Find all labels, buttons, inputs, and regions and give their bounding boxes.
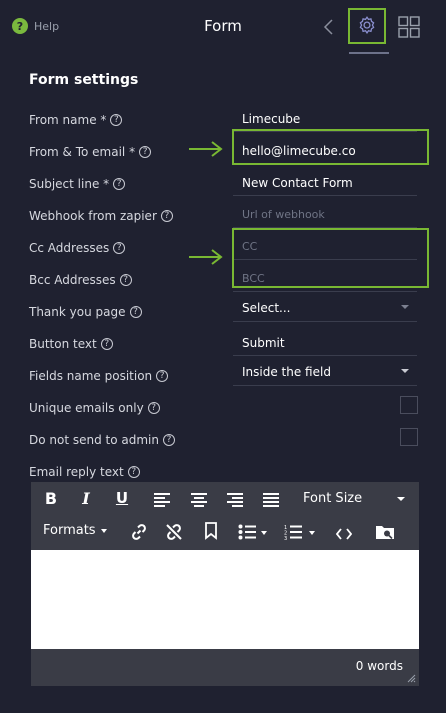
settings-button[interactable]: [348, 8, 386, 44]
top-bar: ? Help Form: [0, 0, 446, 56]
reply-text-label: Email reply text: [29, 465, 124, 479]
media-icon[interactable]: [375, 522, 395, 542]
editor-toolbar-row-1: B I U Font Size: [31, 482, 419, 514]
button-text-label: Button text: [29, 337, 97, 351]
info-icon[interactable]: ?: [147, 402, 160, 414]
cc-label: Cc Addresses: [29, 241, 110, 255]
fields-position-label: Fields name position: [29, 369, 153, 383]
unlink-icon[interactable]: [165, 522, 183, 542]
fields-position-select[interactable]: Inside the field: [233, 358, 417, 386]
from-name-label: From name *: [29, 113, 107, 127]
info-icon[interactable]: ?: [139, 146, 152, 158]
button-text-field[interactable]: Submit: [233, 330, 417, 356]
bullet-list-icon[interactable]: [238, 522, 268, 542]
row-unique-emails: Unique emails only?: [29, 396, 421, 426]
resize-handle-icon[interactable]: [407, 674, 416, 683]
underline-icon[interactable]: U: [114, 488, 130, 508]
info-icon[interactable]: ?: [113, 242, 126, 254]
svg-text:3: 3: [284, 536, 287, 542]
unique-emails-checkbox[interactable]: [400, 396, 418, 414]
formats-dropdown[interactable]: Formats: [43, 523, 107, 538]
thank-you-label: Thank you page: [29, 305, 126, 319]
link-icon[interactable]: [130, 522, 148, 542]
highlight-cc-bcc: [232, 228, 429, 288]
thank-you-value: Select...: [242, 300, 291, 315]
bcc-label: Bcc Addresses: [29, 273, 116, 287]
chevron-down-icon: [100, 528, 107, 533]
align-left-icon[interactable]: [153, 490, 171, 510]
bookmark-icon[interactable]: [204, 521, 218, 541]
chevron-down-icon: [397, 497, 405, 501]
info-icon[interactable]: ?: [160, 210, 173, 222]
info-icon[interactable]: ?: [163, 434, 175, 446]
no-admin-label: Do not send to admin: [29, 433, 159, 447]
unique-emails-label: Unique emails only: [29, 401, 144, 415]
row-no-admin: Do not send to admin?: [29, 428, 421, 458]
italic-icon[interactable]: I: [78, 488, 94, 508]
align-center-icon[interactable]: [190, 490, 208, 510]
editor-content-area[interactable]: [31, 550, 419, 649]
bold-icon[interactable]: B: [43, 488, 59, 508]
fields-position-value: Inside the field: [242, 364, 331, 379]
align-right-icon[interactable]: [226, 490, 244, 510]
info-icon[interactable]: ?: [129, 306, 142, 318]
code-icon[interactable]: [336, 524, 352, 544]
numbered-list-icon[interactable]: 123: [284, 522, 316, 542]
no-admin-checkbox[interactable]: [400, 428, 418, 446]
arrow-right-icon: [189, 249, 223, 265]
subject-label: Subject line *: [29, 177, 110, 191]
thank-you-select[interactable]: Select...: [233, 294, 417, 322]
info-icon[interactable]: ?: [100, 338, 113, 350]
section-title: Form settings: [29, 72, 139, 88]
info-icon[interactable]: ?: [127, 466, 140, 478]
info-icon[interactable]: ?: [156, 370, 169, 382]
row-subject: Subject line *? New Contact Form: [29, 174, 421, 202]
grid-icon[interactable]: [398, 16, 420, 38]
formats-label: Formats: [43, 523, 96, 538]
subject-field[interactable]: New Contact Form: [233, 170, 417, 196]
email-label: From & To email *: [29, 145, 136, 159]
word-count: 0 words: [355, 659, 403, 673]
highlight-email: [232, 129, 429, 165]
active-tab-indicator: [349, 52, 389, 54]
gear-icon: [359, 16, 375, 34]
editor-toolbar-row-2: Formats 123: [31, 514, 419, 546]
arrow-right-icon: [189, 141, 223, 157]
chevron-left-icon[interactable]: [320, 17, 336, 37]
justify-icon[interactable]: [262, 490, 280, 510]
webhook-label: Webhook from zapier: [29, 209, 157, 223]
font-size-dropdown[interactable]: Font Size: [303, 491, 362, 506]
rich-text-editor: B I U Font Size Formats 1 2 3 0 words: [31, 482, 419, 686]
chevron-down-icon: [401, 369, 409, 373]
info-icon[interactable]: ?: [110, 114, 123, 126]
info-icon[interactable]: ?: [119, 274, 132, 286]
info-icon[interactable]: ?: [113, 178, 126, 190]
webhook-field[interactable]: Url of webhook: [233, 202, 417, 228]
row-fields-position: Fields name position? Inside the field: [29, 365, 421, 394]
chevron-down-icon: [401, 305, 409, 309]
row-thank-you: Thank you page? Select...: [29, 301, 421, 330]
